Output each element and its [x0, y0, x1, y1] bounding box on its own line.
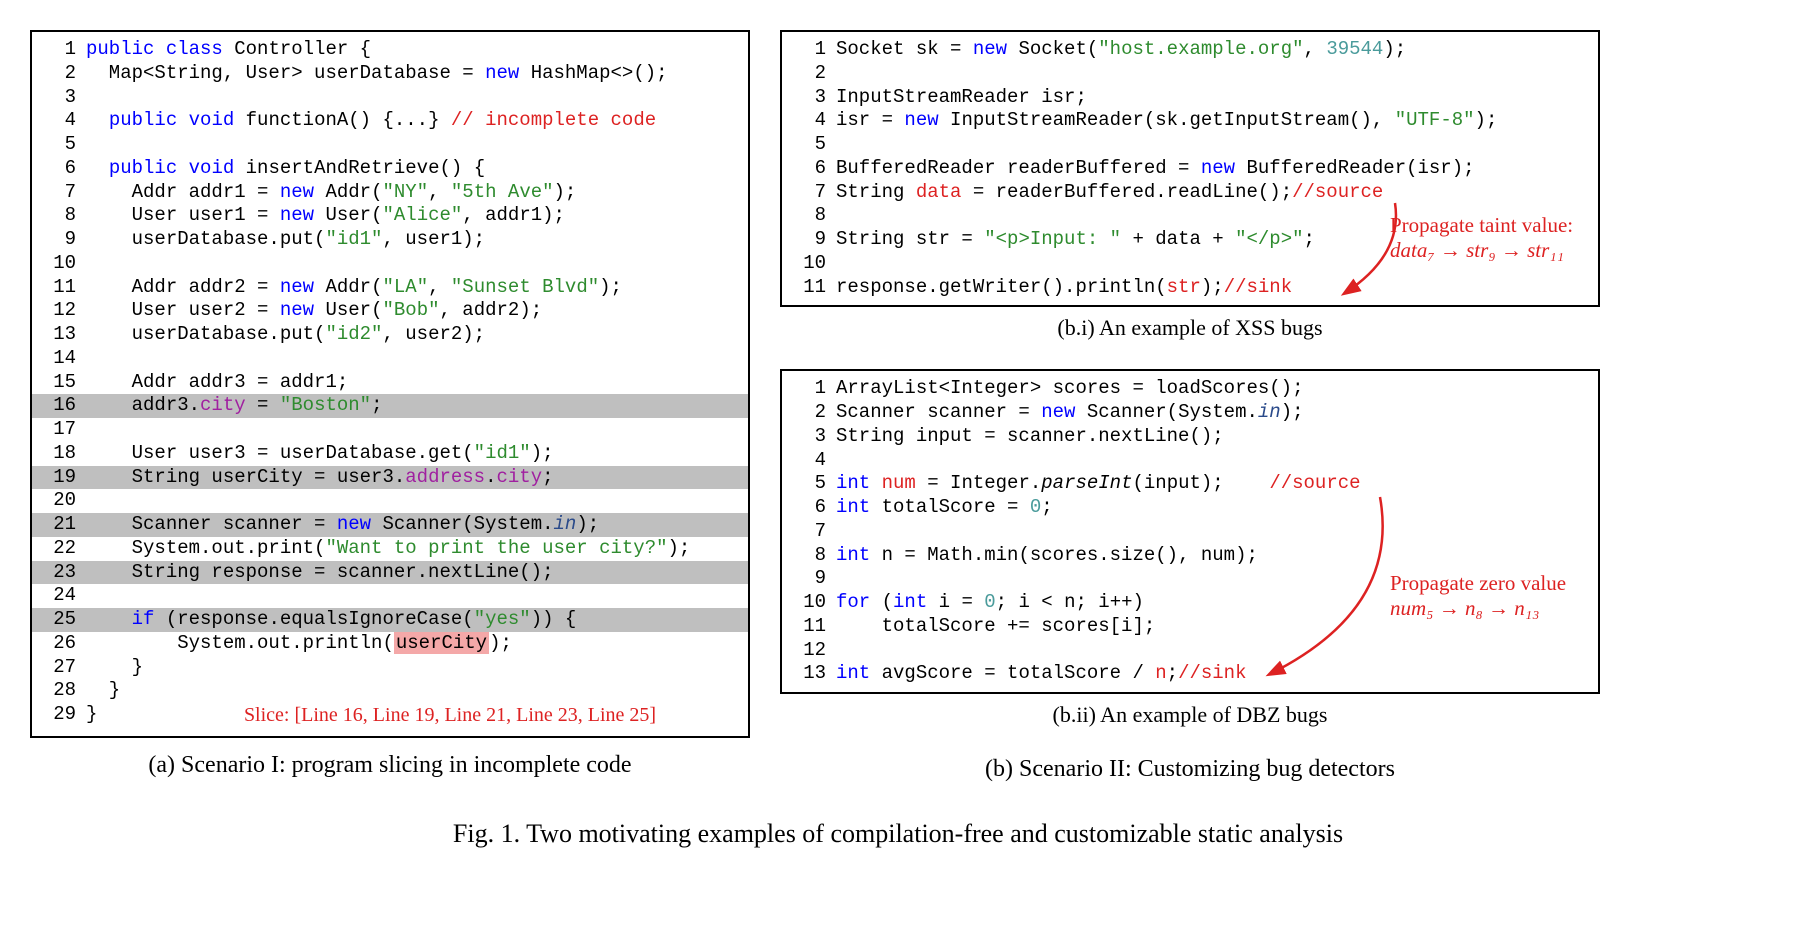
code-line: 2: [782, 62, 1598, 86]
code-line: 7 Addr addr1 = new Addr("NY", "5th Ave")…: [32, 181, 748, 205]
code-line: 16 addr3.city = "Boston";: [32, 394, 748, 418]
code-line: 23 String response = scanner.nextLine();: [32, 561, 748, 585]
code-box-bi-group: 1Socket sk = new Socket("host.example.or…: [780, 30, 1600, 341]
code-line: 18 User user3 = userDatabase.get("id1");: [32, 442, 748, 466]
code-line: 27 }: [32, 656, 748, 680]
code-box-bi: 1Socket sk = new Socket("host.example.or…: [780, 30, 1600, 307]
code-line: 11response.getWriter().println(str);//si…: [782, 276, 1598, 300]
code-line: 10: [32, 252, 748, 276]
code-line: 12: [782, 639, 1598, 663]
code-line: 5: [32, 133, 748, 157]
code-line: 21 Scanner scanner = new Scanner(System.…: [32, 513, 748, 537]
caption-bi: (b.i) An example of XSS bugs: [780, 315, 1600, 341]
code-line: 15 Addr addr3 = addr1;: [32, 371, 748, 395]
code-line: 2 Map<String, User> userDatabase = new H…: [32, 62, 748, 86]
left-column: 1public class Controller {2 Map<String, …: [30, 30, 750, 783]
code-line: 14: [32, 347, 748, 371]
code-line: 7: [782, 520, 1598, 544]
right-column: 1Socket sk = new Socket("host.example.or…: [780, 30, 1600, 783]
code-box-bii: 1ArrayList<Integer> scores = loadScores(…: [780, 369, 1600, 694]
main-caption: Fig. 1. Two motivating examples of compi…: [30, 819, 1766, 849]
code-line: 4 public void functionA() {...} // incom…: [32, 109, 748, 133]
code-line: 4: [782, 449, 1598, 473]
code-line: 19 String userCity = user3.address.city;: [32, 466, 748, 490]
code-line: 3InputStreamReader isr;: [782, 86, 1598, 110]
code-line: 3: [32, 86, 748, 110]
code-line: 6 public void insertAndRetrieve() {: [32, 157, 748, 181]
code-line: 1public class Controller {: [32, 38, 748, 62]
code-line: 22 System.out.print("Want to print the u…: [32, 537, 748, 561]
code-line: 9 userDatabase.put("id1", user1);: [32, 228, 748, 252]
code-line: 7String data = readerBuffered.readLine()…: [782, 181, 1598, 205]
code-line: 24: [32, 584, 748, 608]
code-line: 26 System.out.println(userCity);: [32, 632, 748, 656]
code-line: 8 User user1 = new User("Alice", addr1);: [32, 204, 748, 228]
code-box-bii-group: 1ArrayList<Integer> scores = loadScores(…: [780, 369, 1600, 728]
code-line: 25 if (response.equalsIgnoreCase("yes"))…: [32, 608, 748, 632]
code-line: 1Socket sk = new Socket("host.example.or…: [782, 38, 1598, 62]
code-line: 5: [782, 133, 1598, 157]
annotation-bii: Propagate zero value num₅ → n₈ → n₁₃: [1390, 571, 1566, 621]
code-line: 6int totalScore = 0;: [782, 496, 1598, 520]
caption-bii: (b.ii) An example of DBZ bugs: [780, 702, 1600, 728]
code-line: 5int num = Integer.parseInt(input); //so…: [782, 472, 1598, 496]
code-line: 20: [32, 489, 748, 513]
annotation-bi: Propagate taint value: data₇ → str₉ → st…: [1390, 213, 1573, 263]
code-line: 2Scanner scanner = new Scanner(System.in…: [782, 401, 1598, 425]
code-line: 3String input = scanner.nextLine();: [782, 425, 1598, 449]
code-line: 6BufferedReader readerBuffered = new Buf…: [782, 157, 1598, 181]
code-line: 13int avgScore = totalScore / n;//sink: [782, 662, 1598, 686]
code-line: 13 userDatabase.put("id2", user2);: [32, 323, 748, 347]
code-line: 12 User user2 = new User("Bob", addr2);: [32, 299, 748, 323]
caption-a: (a) Scenario I: program slicing in incom…: [30, 752, 750, 779]
code-line: 8int n = Math.min(scores.size(), num);: [782, 544, 1598, 568]
code-line: 11 Addr addr2 = new Addr("LA", "Sunset B…: [32, 276, 748, 300]
code-box-a: 1public class Controller {2 Map<String, …: [30, 30, 750, 738]
caption-b: (b) Scenario II: Customizing bug detecto…: [780, 756, 1600, 783]
code-line: 17: [32, 418, 748, 442]
code-line: 1ArrayList<Integer> scores = loadScores(…: [782, 377, 1598, 401]
code-line: 4isr = new InputStreamReader(sk.getInput…: [782, 109, 1598, 133]
figure-container: 1public class Controller {2 Map<String, …: [30, 30, 1766, 783]
code-line: 28 }: [32, 679, 748, 703]
